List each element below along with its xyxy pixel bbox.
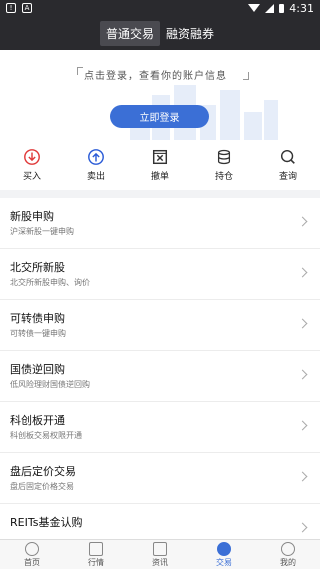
list-item-title: 可转债申购 — [10, 312, 65, 325]
holdings-icon — [217, 149, 231, 165]
list-item-title: 国债逆回购 — [10, 363, 65, 376]
list-item-reverse-repo[interactable]: 国债逆回购 低风险理财国债逆回购 — [0, 351, 320, 402]
trade-icon — [217, 541, 231, 556]
buy-icon — [24, 149, 40, 165]
list-item-title: REITs基金认购 — [10, 516, 83, 529]
service-list: 新股申购 沪深新股一键申购 北交所新股 北交所新股申购、询价 可转债申购 可转债… — [0, 198, 320, 555]
tab-profile-label: 我的 — [280, 557, 296, 567]
login-banner: 点击登录，查看你的账户信息 立即登录 — [0, 50, 320, 140]
list-item-convertible-bond[interactable]: 可转债申购 可转债一键申购 — [0, 300, 320, 351]
news-icon — [153, 541, 167, 556]
app-notification-icon: A — [22, 3, 32, 13]
login-button[interactable]: 立即登录 — [110, 105, 209, 128]
list-item-title: 新股申购 — [10, 210, 54, 223]
list-item-subtitle: 科创板交易权限开通 — [10, 431, 82, 440]
chevron-right-icon — [297, 522, 308, 533]
list-item-subtitle: 沪深新股一键申购 — [10, 227, 74, 236]
list-item-subtitle: 可转债一键申购 — [10, 329, 66, 338]
sell-icon — [88, 149, 104, 165]
login-tip: 点击登录，查看你的账户信息 — [84, 71, 227, 82]
quick-actions: 买入 卖出 撤单 持仓 查询 — [0, 140, 320, 190]
bracket-right — [243, 72, 249, 80]
action-cancel-order-label: 撤单 — [150, 172, 169, 182]
tab-home[interactable]: 首页 — [10, 541, 55, 568]
bracket-left — [77, 67, 83, 75]
action-sell-label: 卖出 — [86, 172, 105, 182]
signal-icon — [265, 3, 275, 13]
notification-icon: ! — [6, 3, 16, 13]
action-buy[interactable]: 买入 — [12, 148, 52, 182]
tab-trade[interactable]: 交易 — [202, 541, 247, 568]
list-item-after-hours[interactable]: 盘后定价交易 盘后固定价格交易 — [0, 453, 320, 504]
list-item-subtitle: 低风险理财国债逆回购 — [10, 380, 90, 389]
profile-icon — [281, 541, 295, 556]
tab-home-label: 首页 — [24, 557, 40, 567]
chevron-right-icon — [297, 471, 308, 482]
market-icon — [89, 541, 103, 556]
tab-trade-label: 交易 — [216, 557, 232, 567]
action-cancel-order[interactable]: 撤单 — [140, 148, 180, 182]
action-buy-label: 买入 — [22, 172, 41, 182]
tab-market-label: 行情 — [88, 557, 104, 567]
trade-mode-switch: 普通交易 融资融券 — [99, 20, 220, 46]
wifi-icon — [248, 4, 261, 12]
tab-news-label: 资讯 — [152, 557, 168, 567]
list-item-bse-ipo[interactable]: 北交所新股 北交所新股申购、询价 — [0, 249, 320, 300]
tab-market[interactable]: 行情 — [74, 541, 119, 568]
action-holdings[interactable]: 持仓 — [204, 148, 244, 182]
home-icon — [25, 541, 39, 556]
tab-normal-trade[interactable]: 普通交易 — [99, 20, 160, 46]
status-time: 4:31 — [289, 1, 314, 15]
action-query[interactable]: 查询 — [268, 148, 308, 182]
list-item-title: 科创板开通 — [10, 414, 65, 427]
action-query-label: 查询 — [278, 172, 297, 182]
list-item-title: 盘后定价交易 — [10, 465, 76, 478]
list-item-new-ipo[interactable]: 新股申购 沪深新股一键申购 — [0, 198, 320, 249]
chevron-right-icon — [297, 420, 308, 431]
list-item-title: 北交所新股 — [10, 261, 65, 274]
action-holdings-label: 持仓 — [214, 172, 233, 182]
action-sell[interactable]: 卖出 — [76, 148, 116, 182]
chevron-right-icon — [297, 369, 308, 380]
list-item-subtitle: 北交所新股申购、询价 — [10, 278, 90, 287]
bottom-tab-bar: 首页 行情 资讯 交易 我的 — [0, 539, 320, 569]
list-item-subtitle: 盘后固定价格交易 — [10, 482, 74, 491]
battery-icon — [279, 3, 285, 13]
tab-profile[interactable]: 我的 — [266, 541, 311, 568]
tab-margin-trade[interactable]: 融资融券 — [160, 21, 220, 46]
top-navigation: 普通交易 融资融券 — [0, 16, 320, 50]
chevron-right-icon — [297, 216, 308, 227]
status-bar: ! A 4:31 — [0, 0, 320, 16]
search-icon — [280, 149, 295, 164]
tab-news[interactable]: 资讯 — [138, 541, 183, 568]
cancel-order-icon — [152, 149, 168, 165]
chevron-right-icon — [297, 318, 308, 329]
list-item-star-market[interactable]: 科创板开通 科创板交易权限开通 — [0, 402, 320, 453]
chevron-right-icon — [297, 267, 308, 278]
